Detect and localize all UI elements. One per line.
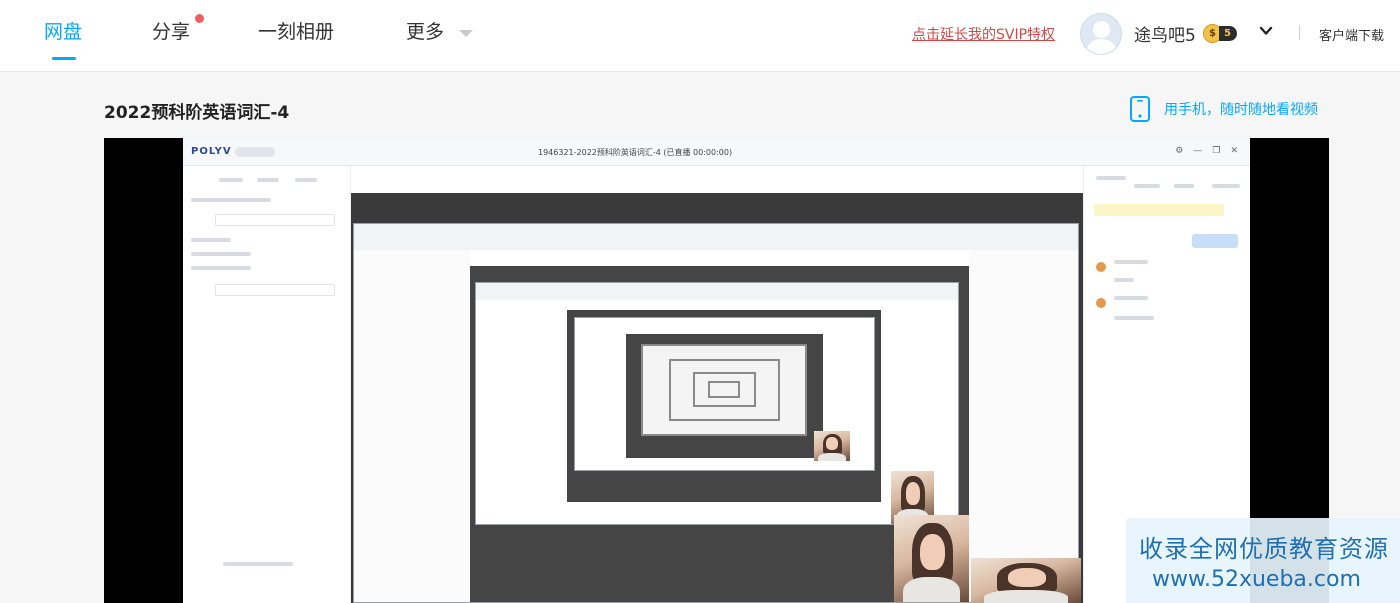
screen-stage: [351, 193, 1083, 603]
close-icon: ✕: [1230, 146, 1238, 156]
nav-divider: [1299, 25, 1300, 40]
nested-stage: [567, 309, 882, 502]
watermark-banner: 收录全网优质教育资源 www.52xueba.com: [1126, 518, 1400, 603]
username[interactable]: 途鸟吧5: [1134, 21, 1196, 46]
recursion-tunnel: [708, 380, 741, 399]
settings-icon: ⚙: [1175, 146, 1184, 156]
chat-user: [1114, 296, 1148, 300]
chevron-down-icon[interactable]: [459, 30, 473, 37]
chat-tab: [1174, 184, 1194, 188]
chat-notice: [1094, 204, 1224, 216]
watch-on-phone-link[interactable]: 用手机，随时随地看视频: [1129, 96, 1318, 122]
nav-item-netdisk[interactable]: 网盘: [44, 19, 82, 45]
notification-dot: [195, 14, 204, 23]
polyv-logo: POLYV: [191, 146, 232, 157]
watermark-url: www.52xueba.com: [1152, 567, 1361, 592]
vip-level-number: 5: [1219, 26, 1237, 41]
svip-extend-link[interactable]: 点击延长我的SVIP特权: [912, 24, 1055, 44]
nav-active-indicator: [52, 57, 76, 60]
nested-screen-4: [573, 317, 875, 472]
chat-user: [1114, 260, 1148, 264]
nested-stage: [625, 333, 823, 459]
screen-titlebar: POLYV 1946321-2022预科阶英语词汇-4 (已直播 00:00:0…: [183, 138, 1250, 166]
watch-on-phone-label: 用手机，随时随地看视频: [1164, 102, 1318, 118]
polyv-tag: [235, 147, 275, 157]
client-download-link[interactable]: 客户端下载: [1319, 25, 1384, 44]
scene-tab: [295, 178, 317, 182]
user-menu-chevron-icon[interactable]: [1259, 24, 1273, 38]
panel-row: [191, 238, 231, 242]
scene-tab: [257, 178, 279, 182]
top-nav-bar: 网盘 分享 一刻相册 更多 点击延长我的SVIP特权 途鸟吧5 $ 5 客户端下…: [0, 0, 1400, 72]
screen-left-panel: [183, 166, 351, 603]
nested-screen-3: [474, 282, 960, 525]
nested-stage: [469, 265, 970, 602]
chat-message: [1114, 316, 1154, 320]
nested-right-panel: [969, 250, 1078, 602]
panel-row: [191, 252, 251, 256]
main-webcam-overlay: [971, 558, 1081, 603]
webcam-overlay: [814, 430, 850, 462]
restore-icon: ❐: [1212, 146, 1221, 156]
nav-item-share[interactable]: 分享: [152, 19, 190, 45]
panel-row: [191, 198, 271, 202]
screen-title: 1946321-2022预科阶英语词汇-4 (已直播 00:00:00): [538, 148, 733, 157]
screen-window-controls: ⚙ — ❐ ✕: [1175, 146, 1238, 156]
chat-avatar: [1096, 262, 1106, 272]
webcam-overlay: [894, 514, 970, 602]
mobile-phone-icon: [1130, 96, 1150, 122]
chat-message: [1114, 278, 1134, 282]
minimize-icon: —: [1193, 146, 1203, 156]
vip-level-badge: $ 5: [1203, 24, 1237, 43]
nested-titlebar: [475, 283, 959, 301]
chat-avatar: [1096, 298, 1106, 308]
watermark-slogan: 收录全网优质教育资源: [1139, 535, 1389, 563]
nested-screen-2: [353, 223, 1079, 603]
scene-tab: [219, 178, 243, 182]
nav-item-more[interactable]: 更多: [406, 19, 444, 45]
avatar-body-icon: [1087, 39, 1116, 54]
chat-bubble: [1192, 234, 1238, 248]
avatar[interactable]: [1080, 13, 1122, 55]
chat-tab: [1212, 184, 1240, 188]
video-frame: POLYV 1946321-2022预科阶英语词汇-4 (已直播 00:00:0…: [183, 138, 1250, 603]
display-select: [215, 284, 335, 296]
nav-item-album[interactable]: 一刻相册: [258, 19, 334, 45]
panel-row: [223, 562, 293, 566]
page-title: 2022预科阶英语词汇-4: [104, 103, 290, 123]
chat-tab: [1134, 184, 1160, 188]
panel-row: [191, 266, 251, 270]
chat-tab: [1096, 176, 1126, 180]
nested-left-panel: [354, 250, 470, 602]
avatar-head-icon: [1093, 21, 1110, 38]
nested-titlebar: [354, 224, 1078, 251]
camera-select: [215, 214, 335, 226]
